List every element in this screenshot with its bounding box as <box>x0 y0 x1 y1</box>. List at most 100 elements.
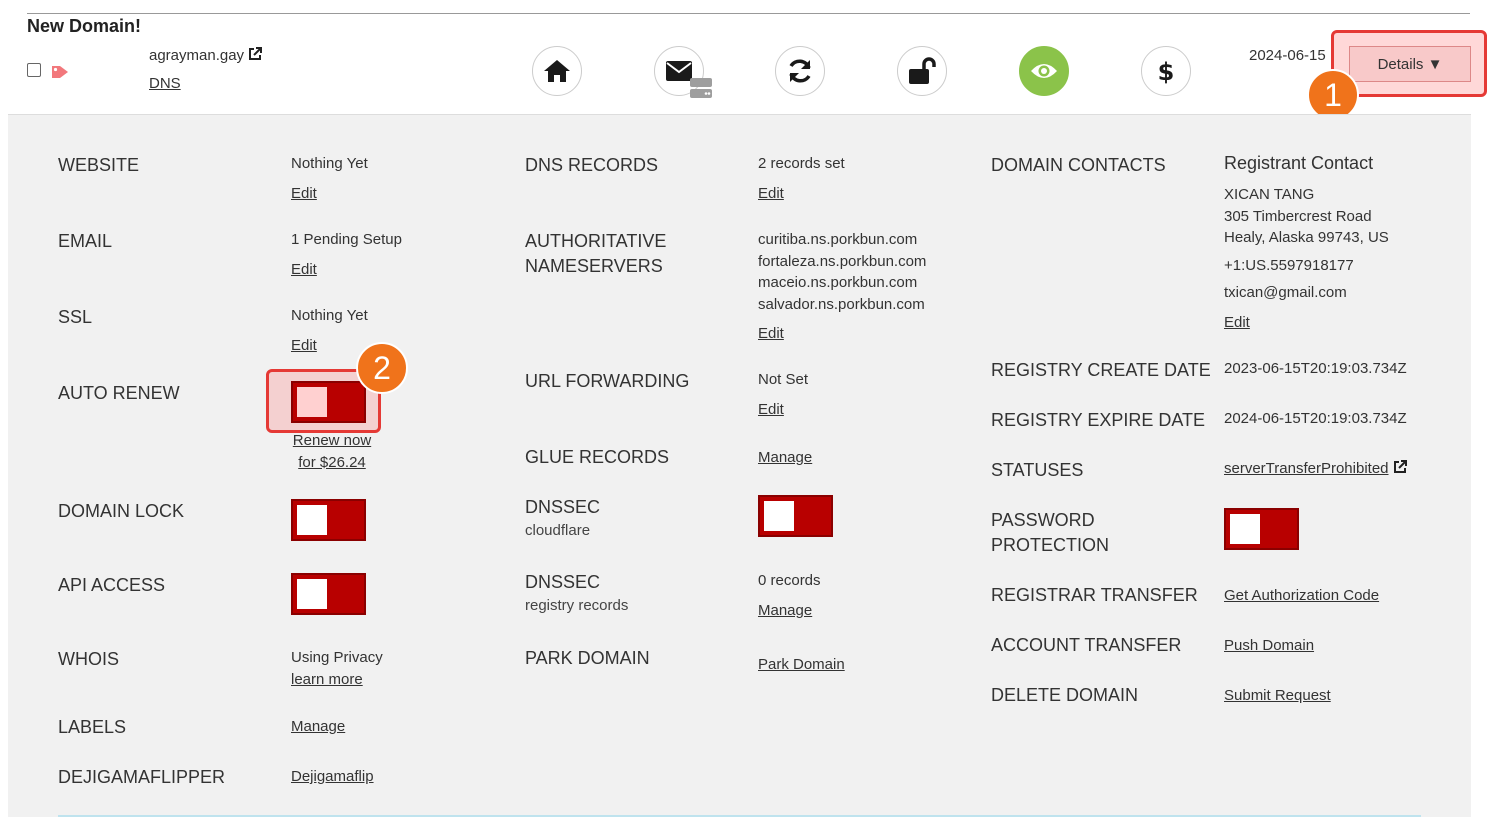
dns-records-edit-link[interactable]: Edit <box>758 183 845 205</box>
contact-street: 305 Timbercrest Road <box>1224 207 1372 225</box>
dnssec-registry-label: DNSSEC registry records <box>525 570 628 617</box>
registrant-contact-info: XICAN TANG 305 Timbercrest Road Healy, A… <box>1224 184 1389 333</box>
lock-button[interactable] <box>897 46 947 96</box>
domain-contacts-label: DOMAIN CONTACTS <box>991 155 1166 175</box>
email-button[interactable] <box>654 46 712 98</box>
push-domain-link[interactable]: Push Domain <box>1224 635 1314 657</box>
labels-manage-link[interactable]: Manage <box>291 716 345 738</box>
domain-name[interactable]: agrayman.gay <box>149 47 263 64</box>
password-protection-toggle[interactable] <box>1224 508 1299 550</box>
auto-renew-toggle[interactable] <box>291 381 366 423</box>
glue-records-manage-text[interactable]: Manage <box>758 447 812 469</box>
domain-select-checkbox[interactable] <box>27 63 41 77</box>
auto-renew-label: AUTO RENEW <box>58 383 180 403</box>
website-value: Nothing Yet Edit <box>291 153 368 204</box>
website-button[interactable] <box>532 46 582 96</box>
home-icon <box>544 60 570 82</box>
dejigamaflip-text[interactable]: Dejigamaflip <box>291 766 374 788</box>
ssl-status: Nothing Yet <box>291 307 368 324</box>
expire-date-label: REGISTRY EXPIRE DATE <box>991 410 1206 430</box>
url-forwarding-edit-link[interactable]: Edit <box>758 399 808 421</box>
toggle-knob <box>297 387 327 417</box>
dejigamaflipper-label: DEJIGAMAFLIPPER <box>58 767 226 787</box>
auth-code-link[interactable]: Get Authorization Code <box>1224 585 1379 607</box>
ssl-value: Nothing Yet Edit <box>291 305 368 356</box>
password-protection-label: PASSWORD PROTECTION <box>991 508 1109 558</box>
nameserver-item: fortaleza.ns.porkbun.com <box>758 252 927 270</box>
eye-icon <box>1031 64 1057 78</box>
contacts-edit-link[interactable]: Edit <box>1224 312 1389 334</box>
statuses-link[interactable]: serverTransferProhibited <box>1224 458 1407 480</box>
refresh-icon <box>789 59 811 83</box>
nameserver-item: salvador.ns.porkbun.com <box>758 295 925 313</box>
svg-text:$: $ <box>1158 58 1175 85</box>
details-label: Details ▼ <box>1377 55 1443 73</box>
ssl-edit-link[interactable]: Edit <box>291 335 368 357</box>
dnssec-sub: registry records <box>525 597 629 614</box>
status-text[interactable]: serverTransferProhibited <box>1224 460 1389 477</box>
nameservers-label: AUTHORITATIVE NAMESERVERS <box>525 229 666 279</box>
renew-now-link[interactable]: Renew now for $26.24 <box>291 430 373 473</box>
email-label: EMAIL <box>58 231 113 251</box>
dns-link[interactable]: DNS <box>149 75 181 92</box>
registrant-contact-title: Registrant Contact <box>1224 153 1374 173</box>
glue-records-label: GLUE RECORDS <box>525 447 670 467</box>
submit-request-link[interactable]: Submit Request <box>1224 685 1331 707</box>
domain-lock-label: DOMAIN LOCK <box>58 501 185 521</box>
external-link-icon[interactable] <box>248 47 263 61</box>
nameservers-edit-link[interactable]: Edit <box>758 323 926 345</box>
top-divider <box>27 13 1470 14</box>
url-forwarding-value: Not Set Edit <box>758 369 808 420</box>
tag-icon[interactable] <box>51 65 69 79</box>
renew-now-line2[interactable]: for $26.24 <box>291 452 373 474</box>
contact-city: Healy, Alaska 99743, US <box>1224 229 1389 246</box>
api-access-label: API ACCESS <box>58 575 166 595</box>
toggle-knob <box>297 505 327 535</box>
learn-more-link[interactable]: learn more <box>291 669 383 691</box>
website-edit-link[interactable]: Edit <box>291 183 368 205</box>
dejigamaflip-link[interactable]: Dejigamaflip <box>291 766 374 788</box>
nameserver-item: curitiba.ns.porkbun.com <box>758 231 918 248</box>
expire-date: 2024-06-15 <box>1249 47 1326 64</box>
dns-records-value: 2 records set Edit <box>758 153 845 204</box>
email-edit-link[interactable]: Edit <box>291 259 402 281</box>
renew-now-line1[interactable]: Renew now <box>291 430 373 452</box>
account-transfer-label: ACCOUNT TRANSFER <box>991 635 1182 655</box>
glue-records-manage-link[interactable]: Manage <box>758 447 812 469</box>
domain-lock-toggle[interactable] <box>291 499 366 541</box>
dnssec-registry-value: 0 records Manage <box>758 570 821 621</box>
whois-value: Using Privacy learn more <box>291 647 383 690</box>
park-domain-link[interactable]: Park Domain <box>758 654 845 676</box>
nameservers-label-line2: NAMESERVERS <box>525 256 663 276</box>
unlock-icon <box>909 57 936 84</box>
create-date-value: 2023-06-15T20:19:03.734Z <box>1224 360 1407 377</box>
password-label-line2: PROTECTION <box>991 535 1110 555</box>
domain-name-text[interactable]: agrayman.gay <box>149 47 244 64</box>
section-title: New Domain! <box>27 16 142 36</box>
pricing-button[interactable]: $ <box>1141 46 1191 96</box>
park-domain-text[interactable]: Park Domain <box>758 654 845 676</box>
privacy-button[interactable] <box>1019 46 1069 96</box>
details-button[interactable]: Details ▼ <box>1349 46 1471 82</box>
submit-request-text[interactable]: Submit Request <box>1224 685 1331 707</box>
renew-button[interactable] <box>775 46 825 96</box>
api-access-toggle[interactable] <box>291 573 366 615</box>
external-link-icon[interactable] <box>1393 460 1407 474</box>
callout-2: 2 <box>356 342 408 394</box>
create-date-label: REGISTRY CREATE DATE <box>991 360 1211 380</box>
dnssec-title: DNSSEC <box>525 572 601 592</box>
statuses-label: STATUSES <box>991 460 1084 480</box>
server-icon <box>690 78 712 98</box>
dnssec-cloudflare-label: DNSSEC cloudflare <box>525 495 600 542</box>
labels-manage-text[interactable]: Manage <box>291 716 345 738</box>
dnssec-registry-count: 0 records <box>758 572 821 589</box>
contact-name: XICAN TANG <box>1224 186 1315 203</box>
push-domain-text[interactable]: Push Domain <box>1224 635 1314 657</box>
dnssec-manage-link[interactable]: Manage <box>758 600 821 622</box>
website-label: WEBSITE <box>58 155 140 175</box>
auth-code-text[interactable]: Get Authorization Code <box>1224 585 1379 607</box>
dnssec-sub: cloudflare <box>525 522 591 539</box>
dnssec-toggle[interactable] <box>758 495 833 537</box>
nameserver-item: maceio.ns.porkbun.com <box>758 274 918 291</box>
ssl-label: SSL <box>58 307 93 327</box>
